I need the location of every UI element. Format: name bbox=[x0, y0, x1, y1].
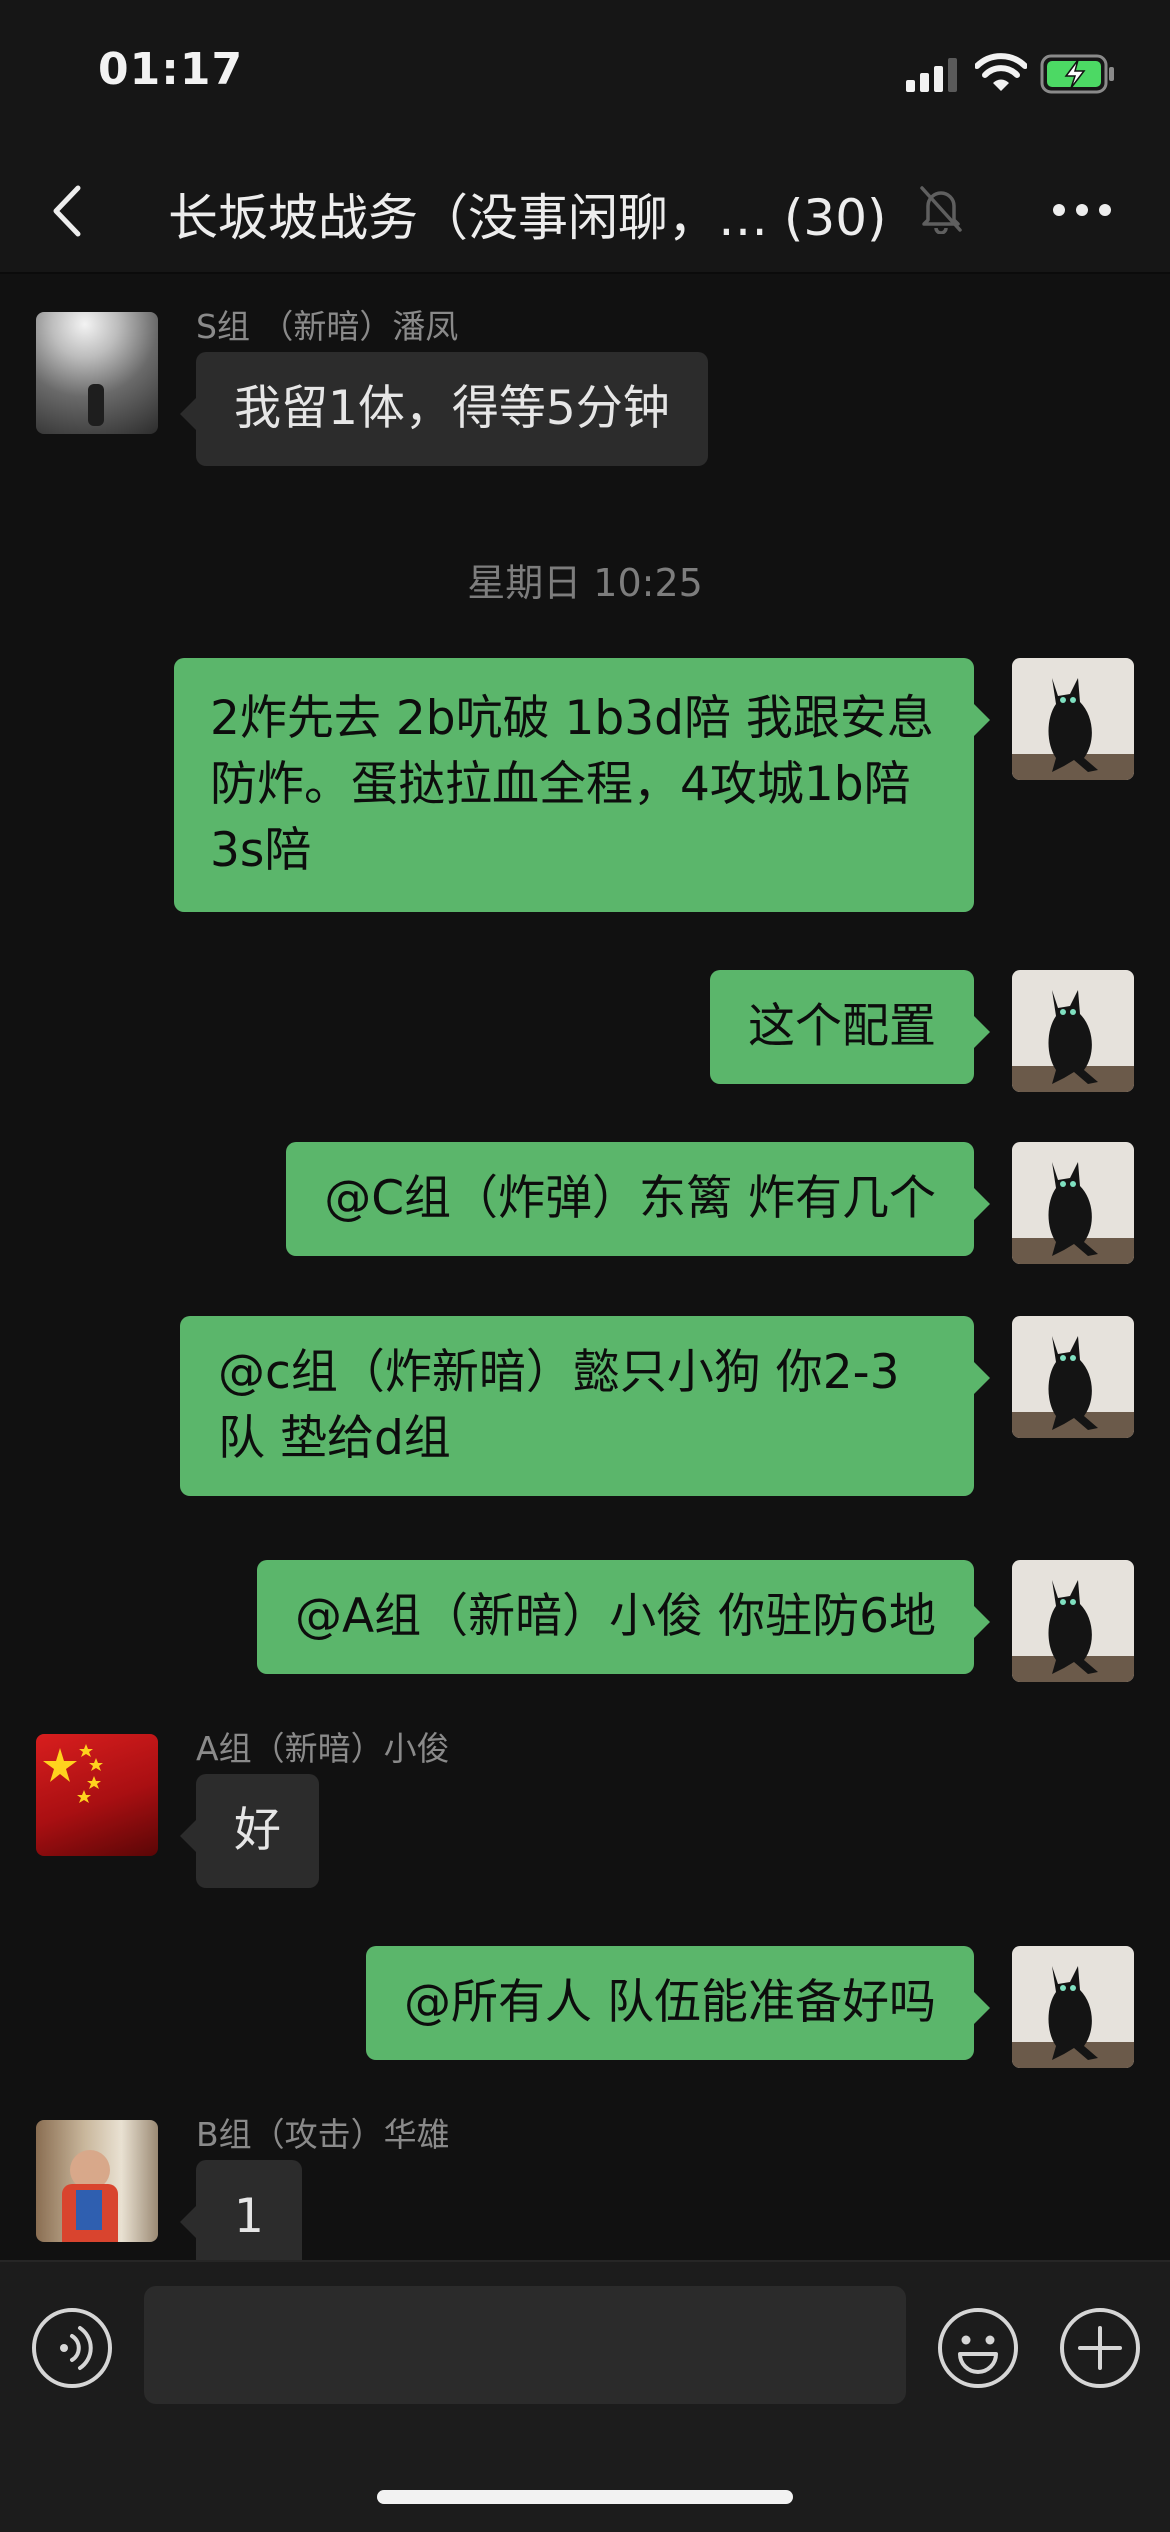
bell-slash-icon bbox=[920, 186, 962, 234]
battery-charging-icon bbox=[1040, 54, 1114, 94]
message-list[interactable]: S组 （新暗）潘凤 我留1体，得等5分钟 星期日 10:25 2炸先去 2b吭破… bbox=[0, 274, 1170, 2260]
plus-circle-icon[interactable] bbox=[1058, 2306, 1142, 2390]
avatar-black-cat[interactable] bbox=[1012, 658, 1134, 780]
avatar-black-cat[interactable] bbox=[1012, 1946, 1134, 2068]
message-bubble[interactable]: 好 bbox=[180, 1774, 319, 1888]
avatar-flag[interactable] bbox=[36, 1734, 158, 1856]
message-bubble[interactable]: @c组（炸新暗）懿只小狗 你2-3队 垫给d组 bbox=[180, 1316, 990, 1496]
sender-name: A组（新暗）小俊 bbox=[196, 1729, 450, 1768]
avatar-black-cat[interactable] bbox=[1012, 1142, 1134, 1264]
message-bubble[interactable]: @所有人 队伍能准备好吗 bbox=[366, 1946, 990, 2060]
home-indicator bbox=[377, 2490, 793, 2504]
chat-screen: 01:17 长坂坡战务（没事闲聊，… (30) S组 （新暗）潘凤 我留1体，得… bbox=[0, 0, 1170, 2532]
signal-bars-icon bbox=[906, 58, 957, 92]
more-dots-icon[interactable] bbox=[1052, 202, 1112, 218]
status-bar: 01:17 bbox=[0, 0, 1170, 150]
message-bubble[interactable]: 我留1体，得等5分钟 bbox=[180, 352, 708, 466]
message-bubble[interactable]: 2炸先去 2b吭破 1b3d陪 我跟安息防炸。蛋挞拉血全程，4攻城1b陪 3s陪 bbox=[174, 658, 990, 912]
avatar-light-room[interactable] bbox=[36, 312, 158, 434]
sender-name: S组 （新暗）潘凤 bbox=[196, 307, 459, 346]
message-bubble[interactable]: 1 bbox=[180, 2160, 302, 2260]
message-bubble[interactable]: @A组（新暗）小俊 你驻防6地 bbox=[257, 1560, 990, 1674]
smiley-icon[interactable] bbox=[936, 2306, 1020, 2390]
voice-wave-icon[interactable] bbox=[30, 2306, 114, 2390]
avatar-black-cat[interactable] bbox=[1012, 1316, 1134, 1438]
message-timestamp: 星期日 10:25 bbox=[467, 561, 703, 605]
avatar-black-cat[interactable] bbox=[1012, 1560, 1134, 1682]
status-time: 01:17 bbox=[98, 44, 244, 95]
sender-name: B组（攻击）华雄 bbox=[196, 2115, 450, 2154]
avatar-black-cat[interactable] bbox=[1012, 970, 1134, 1092]
message-input[interactable] bbox=[144, 2286, 906, 2404]
avatar-costume[interactable] bbox=[36, 2120, 158, 2242]
chevron-left-icon[interactable] bbox=[44, 176, 94, 246]
message-bubble[interactable]: @C组（炸弹）东篱 炸有几个 bbox=[286, 1142, 990, 1256]
nav-bar: 长坂坡战务（没事闲聊，… (30) bbox=[0, 150, 1170, 274]
input-bar bbox=[0, 2260, 1170, 2532]
chat-title: 长坂坡战务（没事闲聊，… (30) bbox=[168, 189, 887, 247]
message-bubble[interactable]: 这个配置 bbox=[710, 970, 990, 1084]
wifi-icon bbox=[975, 53, 1027, 91]
